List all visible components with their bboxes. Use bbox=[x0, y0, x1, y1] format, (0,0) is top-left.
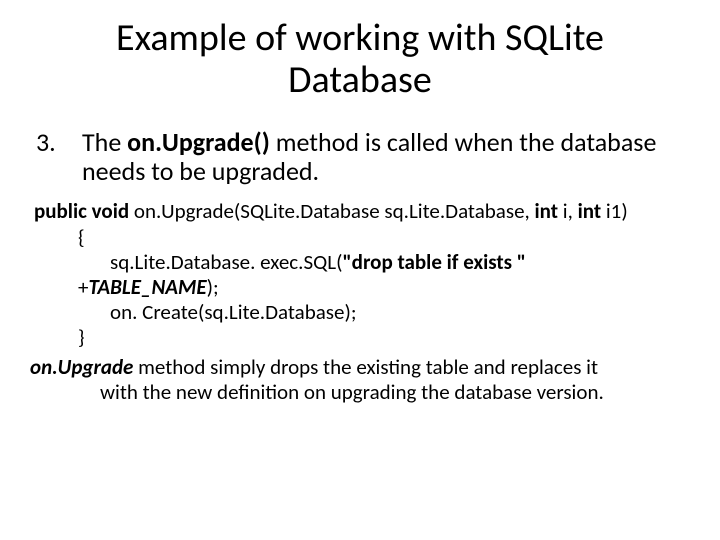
slide-title: Example of working with SQLite Database bbox=[30, 18, 690, 102]
description: on.Upgrade method simply drops the exist… bbox=[30, 355, 690, 405]
code-line: } bbox=[78, 325, 690, 350]
exec-pre: sq.Lite.Database. exec.SQL( bbox=[110, 249, 342, 275]
exec-str: "drop table if exists " bbox=[342, 249, 526, 275]
desc-line: with the new definition on upgrading the… bbox=[100, 380, 690, 405]
kw-int: int bbox=[578, 198, 606, 224]
desc-line1-rest: method simply drops the existing table a… bbox=[133, 354, 598, 380]
plus: + bbox=[78, 274, 88, 300]
list-item: 3. The on.Upgrade() method is called whe… bbox=[30, 128, 690, 188]
code-block: public void on.Upgrade(SQLite.Database s… bbox=[34, 199, 690, 350]
title-line-1: Example of working with SQLite bbox=[116, 15, 604, 61]
list-text: The on.Upgrade() method is called when t… bbox=[82, 128, 690, 188]
code-line: on. Create(sq.Lite.Database); bbox=[110, 300, 690, 325]
bullet-pre: The bbox=[82, 126, 127, 158]
slide-body: 3. The on.Upgrade() method is called whe… bbox=[30, 128, 690, 405]
sig-i: i, bbox=[563, 198, 578, 224]
close-paren: ); bbox=[207, 274, 219, 300]
slide: Example of working with SQLite Database … bbox=[0, 0, 720, 540]
code-line: sq.Lite.Database. exec.SQL("drop table i… bbox=[110, 250, 690, 275]
title-line-2: Database bbox=[288, 57, 432, 103]
desc-line: on.Upgrade method simply drops the exist… bbox=[30, 355, 690, 380]
kw-public-void: public void bbox=[34, 198, 134, 224]
list-number: 3. bbox=[30, 128, 82, 188]
code-line: public void on.Upgrade(SQLite.Database s… bbox=[34, 199, 690, 224]
desc-method: on.Upgrade bbox=[30, 354, 133, 380]
code-line: { bbox=[78, 225, 690, 250]
sig-i1: i1) bbox=[606, 198, 628, 224]
kw-int: int bbox=[535, 198, 563, 224]
code-line: +TABLE_NAME); bbox=[78, 275, 690, 300]
table-name: TABLE_NAME bbox=[88, 274, 206, 300]
sig-name: on.Upgrade(SQLite.Database sq.Lite.Datab… bbox=[134, 198, 535, 224]
bullet-method: on.Upgrade() bbox=[127, 126, 270, 158]
